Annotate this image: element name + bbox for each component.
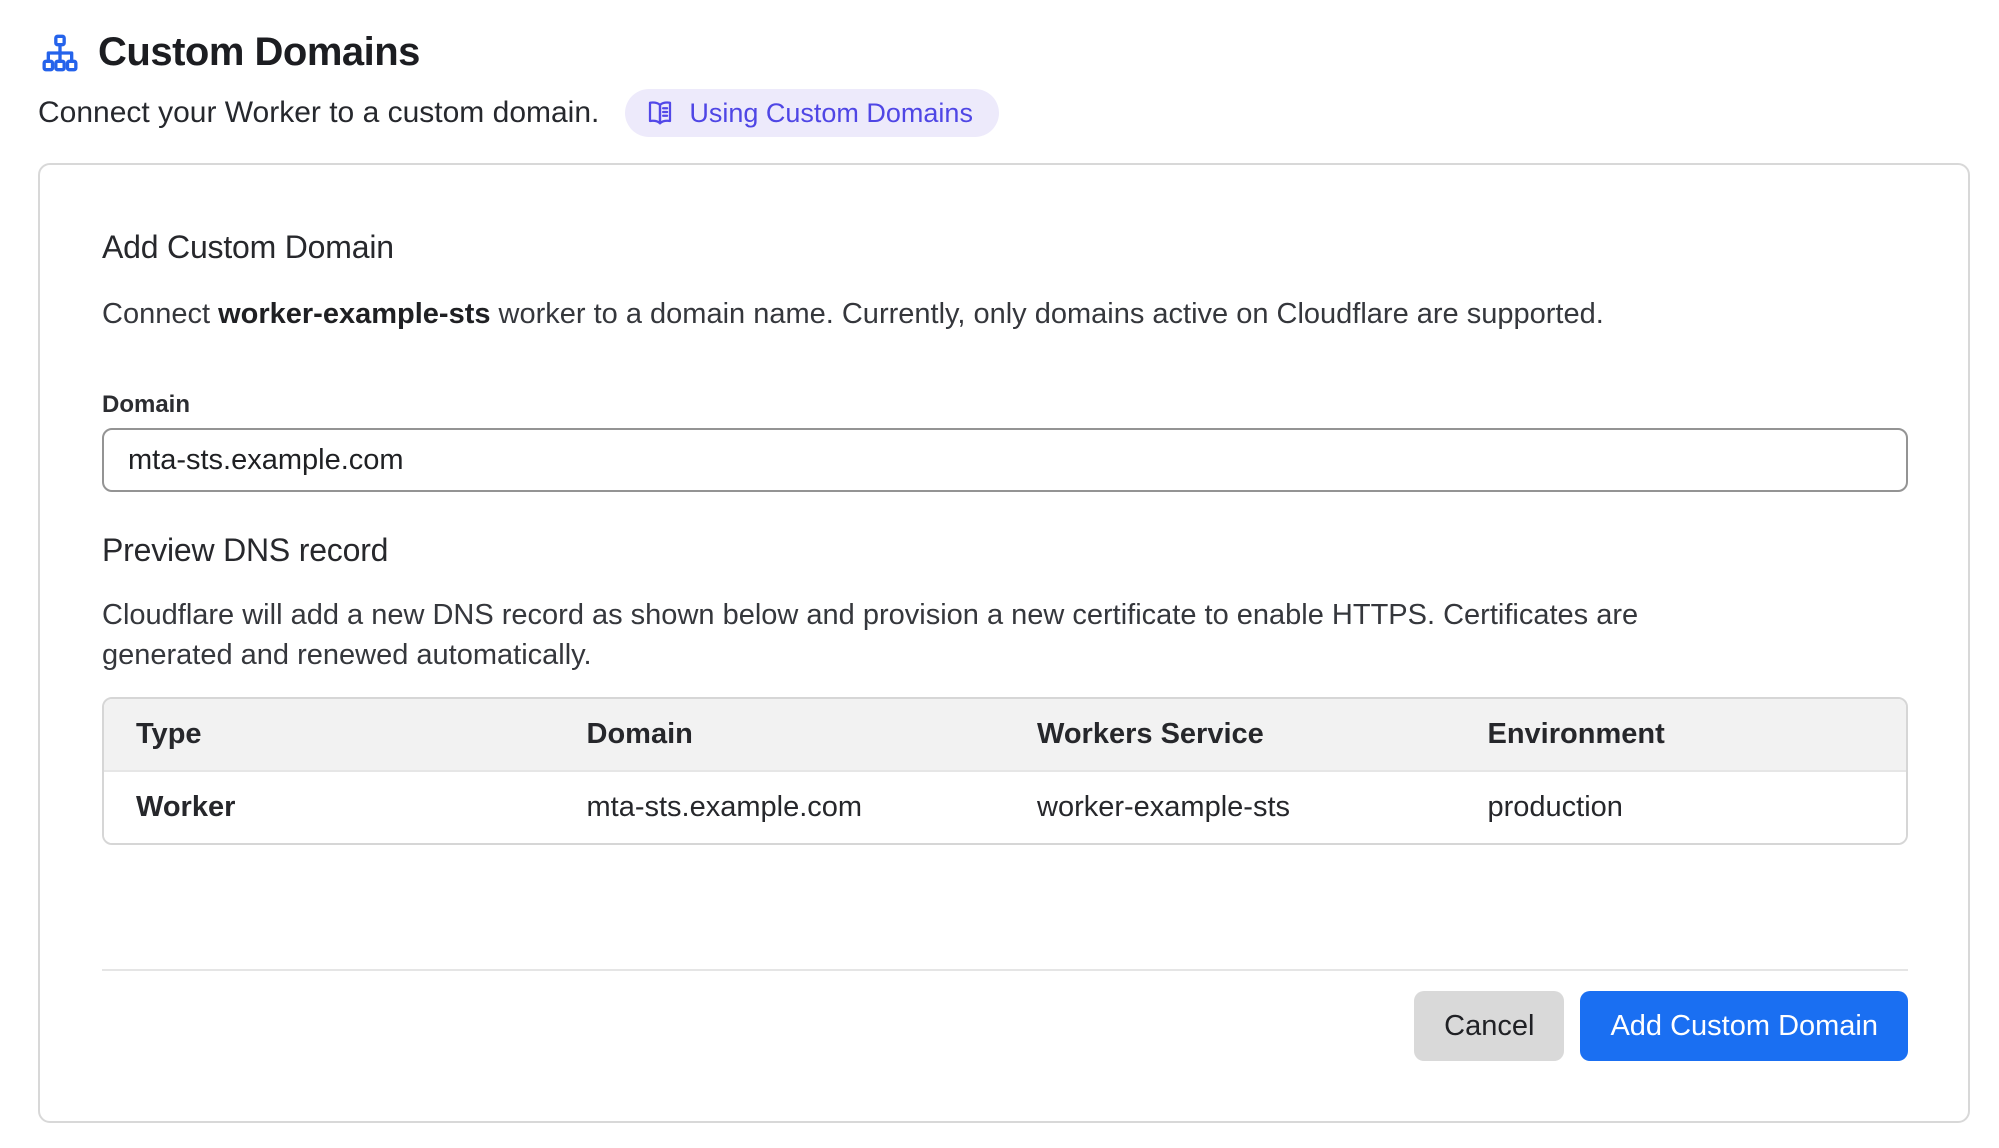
docs-link-label: Using Custom Domains	[689, 100, 973, 127]
page-title: Custom Domains	[98, 30, 420, 75]
domain-input[interactable]	[102, 428, 1908, 492]
description-suffix: worker to a domain name. Currently, only…	[490, 298, 1603, 330]
add-custom-domain-card: Add Custom Domain Connect worker-example…	[38, 163, 1970, 1123]
cell-workers-service: worker-example-sts	[1005, 772, 1456, 843]
table-row: Worker mta-sts.example.com worker-exampl…	[104, 772, 1906, 843]
title-row: Custom Domains	[40, 30, 1970, 75]
subtitle-row: Connect your Worker to a custom domain. …	[38, 89, 1970, 137]
sitemap-icon	[40, 33, 80, 73]
cell-type: Worker	[104, 772, 555, 843]
column-header-environment: Environment	[1456, 699, 1907, 772]
column-header-domain: Domain	[555, 699, 1006, 772]
table-header-row: Type Domain Workers Service Environment	[104, 699, 1906, 772]
page-header: Custom Domains Connect your Worker to a …	[38, 30, 1970, 137]
preview-dns-description: Cloudflare will add a new DNS record as …	[102, 595, 1662, 675]
column-header-workers-service: Workers Service	[1005, 699, 1456, 772]
page-subtitle: Connect your Worker to a custom domain.	[38, 96, 599, 130]
dns-preview-table: Type Domain Workers Service Environment …	[102, 697, 1908, 845]
card-description: Connect worker-example-sts worker to a d…	[102, 294, 1908, 334]
worker-name: worker-example-sts	[218, 298, 490, 330]
card-title: Add Custom Domain	[102, 229, 1908, 266]
column-header-type: Type	[104, 699, 555, 772]
cell-domain: mta-sts.example.com	[555, 772, 1006, 843]
docs-link[interactable]: Using Custom Domains	[625, 89, 999, 137]
footer-divider	[102, 969, 1908, 971]
preview-dns-title: Preview DNS record	[102, 532, 1908, 569]
workers-custom-domains-page: Custom Domains Connect your Worker to a …	[0, 0, 1999, 1139]
add-custom-domain-button[interactable]: Add Custom Domain	[1580, 991, 1908, 1061]
book-icon	[645, 98, 675, 128]
domain-label: Domain	[102, 390, 1908, 420]
action-buttons: Cancel Add Custom Domain	[102, 991, 1908, 1061]
cancel-button[interactable]: Cancel	[1414, 991, 1564, 1061]
description-prefix: Connect	[102, 298, 218, 330]
cell-environment: production	[1456, 772, 1907, 843]
